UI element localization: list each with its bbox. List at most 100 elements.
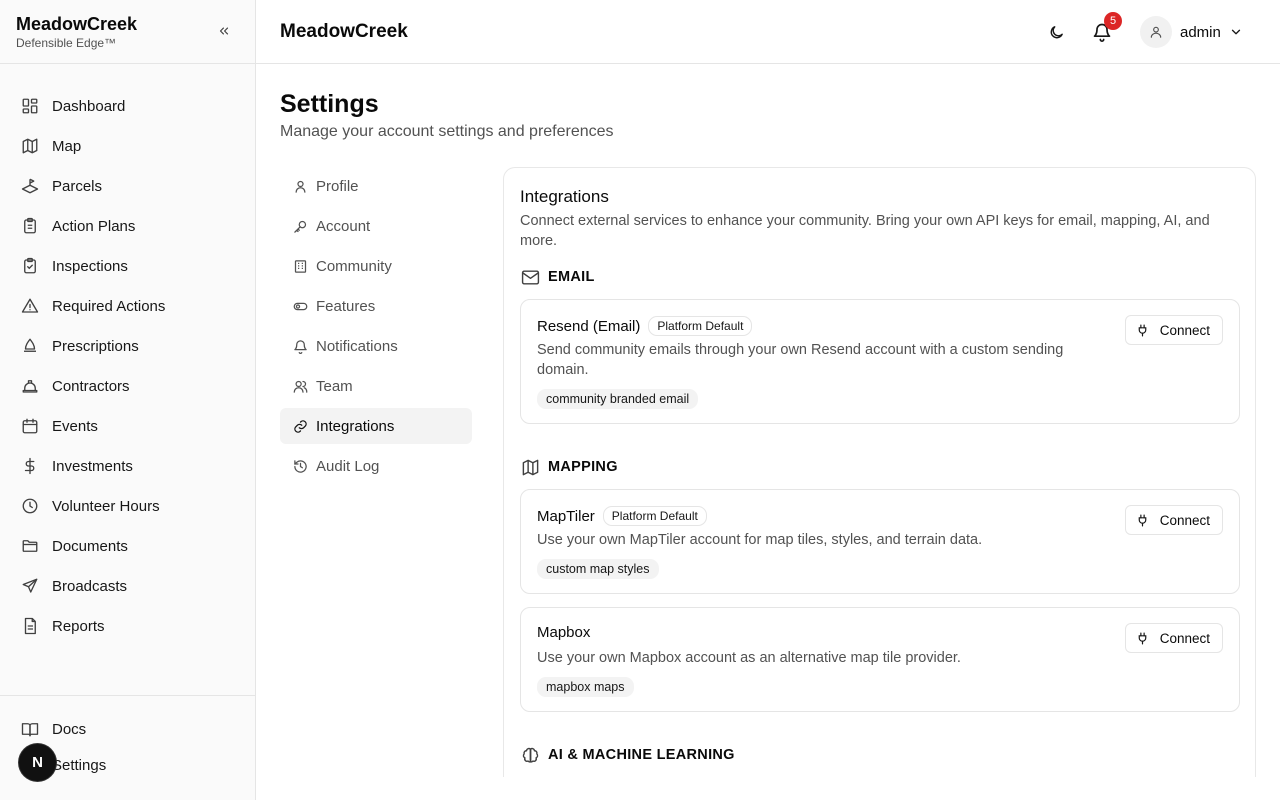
chevron-down-icon — [1231, 29, 1241, 35]
map-icon — [20, 136, 40, 156]
panel-description: Connect external services to enhance you… — [520, 213, 1210, 249]
bell-icon — [292, 338, 308, 354]
settings-tab-label: Integrations — [316, 417, 395, 435]
sidebar-item-label: Action Plans — [52, 217, 136, 235]
connect-button[interactable]: Connect — [1124, 505, 1223, 535]
sidebar-item-label: Reports — [52, 617, 105, 635]
sidebar-item-label: Settings — [52, 756, 107, 774]
settings-nav: Profile Account Community Features Notif… — [280, 168, 472, 488]
theme-toggle-button[interactable] — [1046, 22, 1066, 42]
connect-button[interactable]: Connect — [1124, 315, 1223, 345]
card-description: Send community emails through your own R… — [537, 342, 1064, 378]
dollar-icon — [20, 456, 40, 476]
brand-tagline: Defensible Edge™ — [16, 36, 117, 50]
sidebar-item-label: Events — [52, 417, 98, 435]
sidebar-item-events[interactable]: Events — [0, 406, 255, 446]
sidebar-item-investments[interactable]: Investments — [0, 446, 255, 486]
dev-tools-badge[interactable]: N — [19, 744, 56, 781]
section-heading-mapping: MAPPING — [520, 457, 618, 477]
sidebar-item-inspections[interactable]: Inspections — [0, 246, 255, 286]
collapse-sidebar-button[interactable] — [215, 22, 233, 40]
mail-icon — [520, 267, 540, 287]
settings-tab-audit-log[interactable]: Audit Log — [280, 448, 472, 484]
sidebar-item-label: Prescriptions — [52, 337, 139, 355]
moon-icon — [1050, 25, 1063, 38]
toggle-icon — [292, 298, 308, 314]
header-title: MeadowCreek — [280, 21, 408, 42]
settings-tab-team[interactable]: Team — [280, 368, 472, 404]
warning-icon — [20, 296, 40, 316]
sidebar-item-dashboard[interactable]: Dashboard — [0, 86, 255, 126]
sidebar-item-prescriptions[interactable]: Prescriptions — [0, 326, 255, 366]
settings-tab-features[interactable]: Features — [280, 288, 472, 324]
card-title: Mapbox — [537, 624, 591, 641]
feature-chip: mapbox maps — [537, 677, 634, 697]
history-icon — [292, 458, 308, 474]
calendar-icon — [20, 416, 40, 436]
sidebar-item-docs[interactable]: Docs — [0, 711, 255, 747]
settings-tab-account[interactable]: Account — [280, 208, 472, 244]
card-description: Use your own MapTiler account for map ti… — [537, 532, 983, 548]
page-subtitle: Manage your account settings and prefere… — [280, 123, 614, 140]
brain-icon — [520, 745, 540, 765]
top-header: MeadowCreek 5 admin — [256, 0, 1280, 64]
integrations-panel: Integrations Connect external services t… — [503, 167, 1256, 777]
sidebar-item-reports[interactable]: Reports — [0, 606, 255, 646]
settings-tab-label: Profile — [316, 177, 359, 195]
panel-title: Integrations — [520, 187, 609, 206]
card-title-row: Mapbox — [537, 624, 598, 641]
clock-icon — [20, 496, 40, 516]
hard-hat-icon — [20, 376, 40, 396]
platform-default-badge: Platform Default — [602, 506, 707, 526]
page-title: Settings — [280, 90, 379, 118]
integration-card-resend: Resend (Email) Platform Default Send com… — [520, 299, 1240, 424]
sidebar-item-label: Map — [52, 137, 82, 155]
sidebar: MeadowCreek Defensible Edge™ Dashboard M… — [0, 0, 256, 800]
settings-tab-profile[interactable]: Profile — [280, 168, 472, 204]
user-menu-button[interactable]: admin — [1140, 16, 1243, 48]
brand-name: MeadowCreek — [16, 14, 138, 34]
card-title: MapTiler — [537, 507, 595, 525]
settings-tab-community[interactable]: Community — [280, 248, 472, 284]
user-name: admin — [1180, 23, 1221, 41]
settings-tab-label: Features — [316, 297, 376, 315]
card-description: Use your own Mapbox account as an altern… — [537, 650, 961, 666]
connect-button[interactable]: Connect — [1124, 623, 1223, 653]
notification-count-badge: 5 — [1104, 12, 1122, 30]
user-icon — [1150, 26, 1162, 38]
user-icon — [292, 178, 308, 194]
card-title: Resend (Email) — [537, 317, 641, 335]
sidebar-item-parcels[interactable]: Parcels — [0, 166, 255, 206]
plug-icon — [1136, 323, 1150, 337]
flask-icon — [20, 336, 40, 356]
sidebar-item-label: Dashboard — [52, 97, 126, 115]
card-title-row: Resend (Email) Platform Default — [537, 316, 753, 336]
sidebar-item-required-actions[interactable]: Required Actions — [0, 286, 255, 326]
plug-icon — [1136, 513, 1150, 527]
clipboard-icon — [20, 216, 40, 236]
sidebar-item-map[interactable]: Map — [0, 126, 255, 166]
map-icon — [520, 457, 540, 477]
parcels-icon — [20, 176, 40, 196]
link-icon — [292, 418, 308, 434]
settings-tab-notifications[interactable]: Notifications — [280, 328, 472, 364]
sidebar-item-label: Volunteer Hours — [52, 497, 160, 515]
settings-tab-label: Community — [316, 257, 392, 275]
sidebar-item-label: Broadcasts — [52, 577, 128, 595]
sidebar-item-action-plans[interactable]: Action Plans — [0, 206, 255, 246]
sidebar-item-label: Docs — [52, 720, 87, 738]
clipboard-check-icon — [20, 256, 40, 276]
settings-tab-integrations[interactable]: Integrations — [280, 408, 472, 444]
platform-default-badge: Platform Default — [648, 316, 753, 336]
sidebar-item-documents[interactable]: Documents — [0, 526, 255, 566]
sidebar-item-label: Parcels — [52, 177, 103, 195]
sidebar-item-contractors[interactable]: Contractors — [0, 366, 255, 406]
feature-chip: custom map styles — [537, 559, 659, 579]
sidebar-item-broadcasts[interactable]: Broadcasts — [0, 566, 255, 606]
settings-tab-label: Notifications — [316, 337, 398, 355]
chevrons-left-icon — [219, 27, 229, 35]
brand: MeadowCreek Defensible Edge™ — [0, 0, 255, 64]
connect-label: Connect — [1159, 630, 1210, 646]
sidebar-item-volunteer-hours[interactable]: Volunteer Hours — [0, 486, 255, 526]
feature-chip: community branded email — [537, 389, 699, 409]
